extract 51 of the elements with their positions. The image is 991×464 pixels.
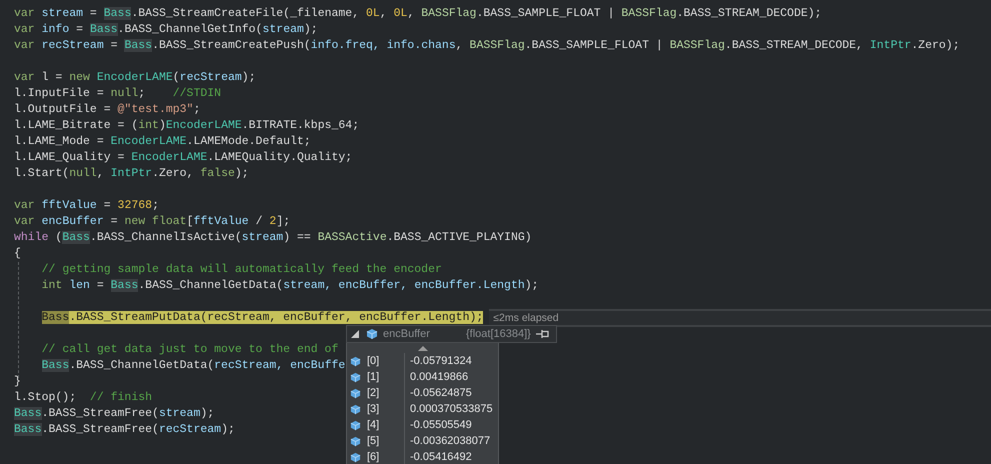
array-value: 0.00419866 [409,370,468,385]
code-line: var fftValue = 32768; [14,198,159,214]
code-line: Bass.BASS_ChannelGetData(recStream, encBuffe [40,358,346,374]
field-icon [366,328,378,340]
variable-value: {float[16384]} [466,328,531,340]
array-value: 0.000370533875 [409,402,493,417]
array-index: [4] [367,418,380,433]
array-index: [5] [367,434,380,449]
code-line: var recStream = Bass.BASS_StreamCreatePush(info.freq, info.chans, BASSFlag.BASS_SAMPLE_FLOAT | BASSFlag.BASS_STREAM_DECODE, IntPtr.Zero); [14,38,960,54]
code-line: // call get data just to move to the end of [40,342,338,358]
field-icon [350,372,361,382]
elapsed-time-label: ≤2ms elapsed [489,309,991,327]
code-line: l.LAME_Bitrate = (int)EncoderLAME.BITRATE.kbps_64; [14,118,360,134]
array-index: [2] [367,386,380,401]
array-value: -0.05791324 [409,354,472,369]
array-index: [1] [367,370,380,385]
code-line: l.Start(null, IntPtr.Zero, false); [14,166,249,182]
array-value: -0.00362038077 [409,434,490,449]
array-index: [6] [367,450,380,464]
array-index: [0] [367,354,380,369]
array-index: [3] [367,402,380,417]
variable-name: encBuffer [383,328,431,340]
code-line: var encBuffer = new float[fftValue / 2]; [14,214,290,230]
code-line: var l = new EncoderLAME(recStream); [14,70,256,86]
code-line: } [14,374,21,390]
current-code-line: Bass.BASS_StreamPutData(recStream, encBuffer, encBuffer.Length); [40,310,484,326]
code-line: l.InputFile = null; //STDIN [14,86,222,102]
code-line: while (Bass.BASS_ChannelIsActive(stream) == BASSActive.BASS_ACTIVE_PLAYING) [14,230,532,246]
array-value: -0.05624875 [409,386,472,401]
field-icon [350,388,361,398]
scroll-up-icon[interactable] [418,346,428,350]
code-line: l.OutputFile = @"test.mp3"; [14,102,200,118]
code-line: var info = Bass.BASS_ChannelGetInfo(stream); [14,22,318,38]
code-line: l.Stop(); // finish [14,390,152,406]
code-line: { [14,246,21,262]
field-icon [350,420,361,430]
code-line: Bass.BASS_StreamFree(stream); [14,406,214,422]
code-line: // getting sample data will automatically feed the encoder [40,262,442,278]
field-icon [350,404,361,414]
expand-triangle-icon[interactable] [351,330,359,338]
code-line: l.LAME_Mode = EncoderLAME.LAMEMode.Default; [14,134,311,150]
array-value: -0.05505549 [409,418,472,433]
field-icon [350,452,361,462]
pin-icon[interactable] [536,330,550,338]
code-line: int len = Bass.BASS_ChannelGetData(stream, encBuffer, encBuffer.Length); [40,278,539,294]
array-value: -0.05416492 [409,450,472,464]
code-line: var stream = Bass.BASS_StreamCreateFile(_filename, 0L, 0L, BASSFlag.BASS_SAMPLE_FLOAT | BASSFlag.BASS_STREAM_DECODE); [14,6,822,22]
field-icon [350,356,361,366]
code-line: l.LAME_Quality = EncoderLAME.LAMEQuality.Quality; [14,150,352,166]
field-icon [350,436,361,446]
code-line: Bass.BASS_StreamFree(recStream); [14,422,235,438]
